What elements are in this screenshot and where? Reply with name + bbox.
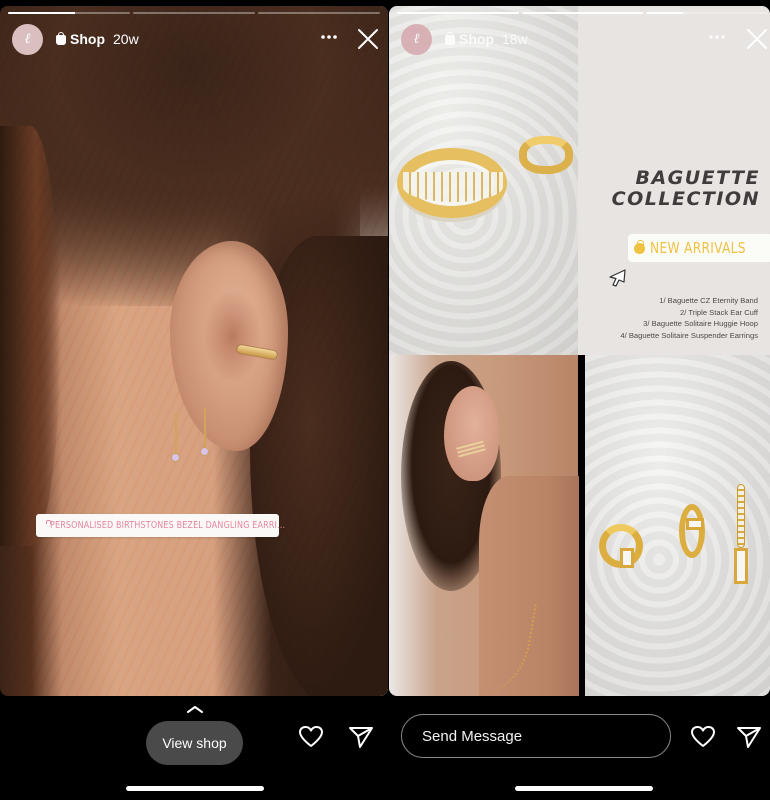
new-arrivals-product-tag[interactable]: NEW ARRIVALS [628,234,770,262]
progress-segment [397,12,519,14]
story-progress-left [8,12,380,14]
baguette-stone [620,548,634,568]
progress-fill [397,12,519,14]
photo-birthstone [200,447,209,456]
progress-segment [521,12,644,14]
product-sticker-label: PERSONALISED BIRTHSTONES BEZEL DANGLING … [50,520,286,531]
cursor-arrow-icon [609,269,626,287]
instagram-stories-comparison: BAGUETTE COLLECTION NEW ARRIVALS 1/ Bagu… [0,0,770,800]
photo-birthstone [171,453,180,462]
photo-earring [175,413,177,453]
shop-label: Shop [459,31,494,47]
story-header-left: ℓ Shop 20w [12,23,139,55]
photo-earring [204,408,206,448]
progress-fill [8,12,76,14]
send-paper-plane-icon[interactable] [736,724,762,750]
product-list-item: 3/ Baguette Solitaire Huggie Hoop [643,319,758,328]
more-options-button[interactable] [708,28,726,44]
baguette-stone [686,518,704,530]
shop-link[interactable]: Shop [56,31,105,47]
progress-segment [258,12,380,14]
close-icon[interactable] [746,28,768,50]
photo-ear-shadow [205,291,260,381]
more-horizontal-icon [709,35,725,39]
shopping-bag-icon [56,32,66,45]
shopping-bag-icon [634,239,645,254]
huggie-hoop-earring [679,504,705,558]
story-right[interactable]: BAGUETTE COLLECTION NEW ARRIVALS 1/ Bagu… [389,6,770,696]
story-left[interactable] [0,6,388,696]
chevron-up-icon[interactable] [185,704,205,714]
send-paper-plane-icon[interactable] [348,724,374,750]
suspender-earring-bar [737,484,745,548]
story-timestamp: 20w [113,31,139,47]
close-icon[interactable] [357,28,379,50]
new-arrivals-label: NEW ARRIVALS [650,239,746,257]
home-indicator [515,786,653,791]
story-progress-right [397,12,769,14]
shopping-bag-icon [445,32,455,45]
progress-fill [646,12,683,14]
progress-segment [646,12,769,14]
home-indicator [126,786,264,791]
progress-fill [521,12,644,14]
story-header-right: ℓ Shop 18w [401,23,528,55]
triple-stack-ear-cuff [519,136,573,174]
collection-title: BAGUETTE COLLECTION [612,168,760,210]
shop-link[interactable]: Shop [445,31,494,47]
product-sticker[interactable]: PERSONALISED BIRTHSTONES BEZEL DANGLING … [36,514,285,537]
avatar[interactable]: ℓ [401,23,432,55]
more-options-button[interactable] [320,28,338,44]
story-timestamp: 18w [502,31,528,47]
heart-icon[interactable] [690,724,716,750]
baguette-stone [734,548,748,584]
send-message-input[interactable] [401,714,671,758]
progress-segment [133,12,255,14]
eternity-band-stones [403,172,503,202]
collection-title-line1: BAGUETTE [635,167,760,189]
view-shop-button[interactable]: View shop [146,721,243,765]
heart-icon[interactable] [298,724,324,750]
progress-segment [8,12,130,14]
avatar[interactable]: ℓ [12,23,43,55]
product-list-item: 4/ Baguette Solitaire Suspender Earrings [620,330,758,340]
more-horizontal-icon [321,35,337,39]
product-list-item: 1/ Baguette CZ Eternity Band [659,296,758,305]
product-list: 1/ Baguette CZ Eternity Band 2/ Triple S… [620,295,758,341]
product-list-item: 2/ Triple Stack Ear Cuff [680,307,758,317]
photo-ear [444,386,499,481]
collection-title-line2: COLLECTION [611,188,760,210]
shop-label: Shop [70,31,105,47]
